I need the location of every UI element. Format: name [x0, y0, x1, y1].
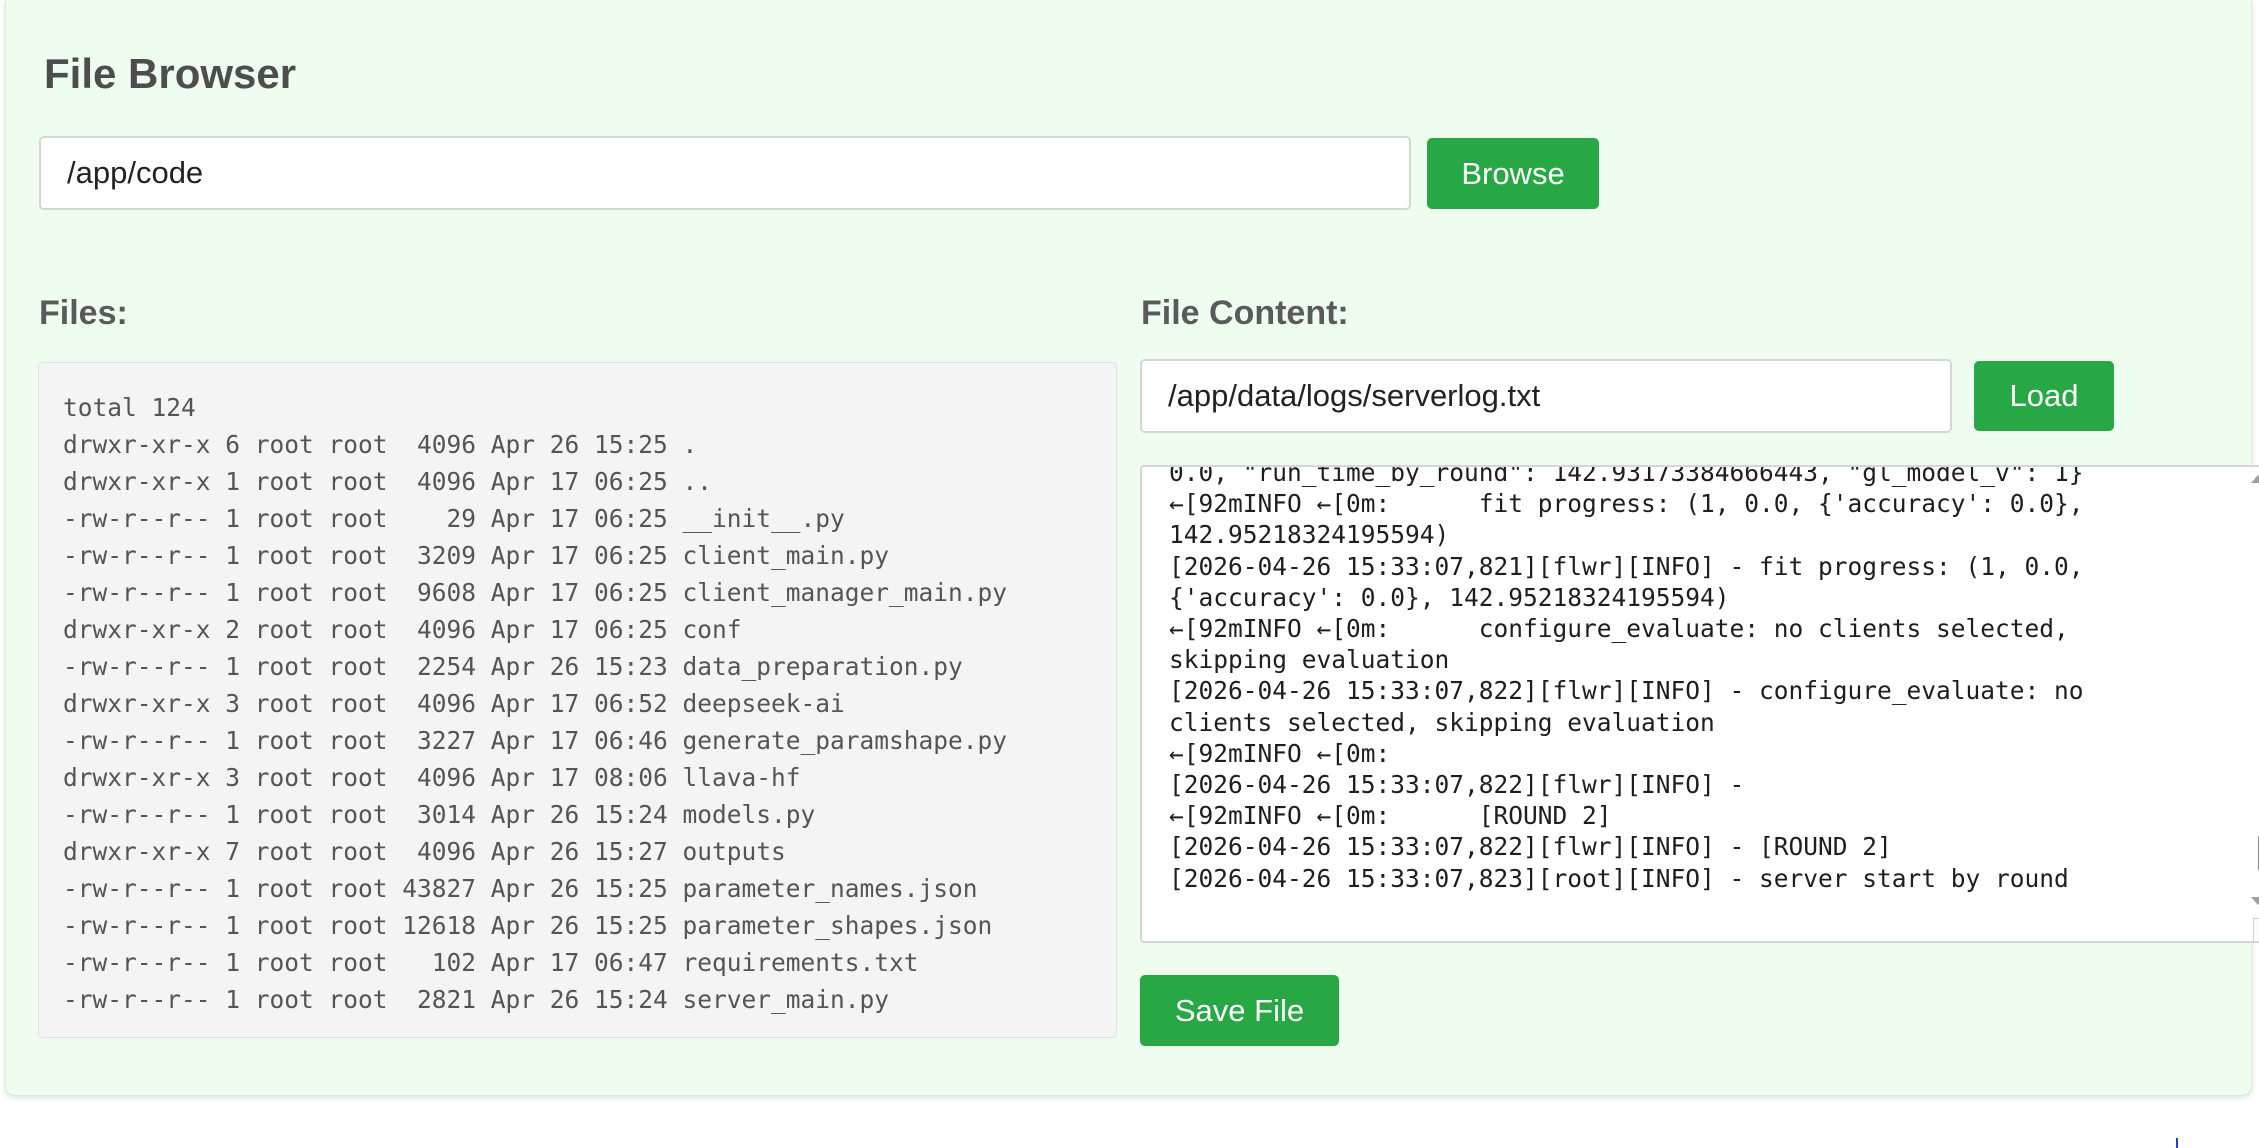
file-listing-line: -rw-r--r-- 1 root root 29 Apr 17 06:25 _… [63, 504, 845, 533]
log-line: ←[92mINFO ←[0m: [ROUND 2] [1169, 801, 1612, 831]
file-listing-line: -rw-r--r-- 1 root root 3014 Apr 26 15:24… [63, 800, 816, 829]
log-line: 0.0, "run_time_by_round": 142.9317338466… [1169, 465, 2084, 487]
file-content-label: File Content: [1141, 294, 1349, 332]
resize-grip-icon[interactable] [2253, 918, 2259, 941]
file-listing-line: drwxr-xr-x 2 root root 4096 Apr 17 06:25… [63, 615, 742, 644]
file-listing-line: -rw-r--r-- 1 root root 3227 Apr 17 06:46… [63, 726, 1008, 755]
file-listing-line: -rw-r--r-- 1 root root 12618 Apr 26 15:2… [63, 911, 993, 940]
log-line: [2026-04-26 15:33:07,822][flwr][INFO] - … [1169, 832, 1892, 862]
file-content-text[interactable]: 0.0, "run_time_by_round": 142.9317338466… [1169, 465, 2189, 894]
file-path-input[interactable] [1140, 359, 1952, 433]
load-button[interactable]: Load [1974, 361, 2114, 431]
browse-button[interactable]: Browse [1427, 138, 1599, 209]
log-line: [2026-04-26 15:33:07,823][root][INFO] - … [1169, 863, 2069, 893]
file-listing-line: -rw-r--r-- 1 root root 9608 Apr 17 06:25… [63, 578, 1008, 607]
file-listing-line: -rw-r--r-- 1 root root 43827 Apr 26 15:2… [63, 874, 978, 903]
save-file-button[interactable]: Save File [1140, 975, 1339, 1046]
file-listing-line: -rw-r--r-- 1 root root 2254 Apr 26 15:23… [63, 652, 963, 681]
files-listing-box: total 124 drwxr-xr-x 6 root root 4096 Apr… [38, 362, 1117, 1038]
text-cursor-icon [2176, 1138, 2178, 1148]
file-listing-line: total 124 [63, 393, 196, 422]
log-line: ←[92mINFO ←[0m: configure_evaluate: no c… [1169, 614, 2084, 675]
file-listing-line: drwxr-xr-x 3 root root 4096 Apr 17 08:06… [63, 763, 801, 792]
log-line: ←[92mINFO ←[0m: fit progress: (1, 0.0, {… [1169, 489, 2099, 550]
log-line: [2026-04-26 15:33:07,821][flwr][INFO] - … [1169, 551, 2099, 612]
file-listing-line: -rw-r--r-- 1 root root 3209 Apr 17 06:25… [63, 541, 890, 570]
log-line: ←[92mINFO ←[0m: [1169, 738, 1391, 768]
files-label: Files: [39, 294, 128, 332]
file-listing-line: drwxr-xr-x 6 root root 4096 Apr 26 15:25… [63, 430, 698, 459]
file-listing-line: -rw-r--r-- 1 root root 2821 Apr 26 15:24… [63, 985, 890, 1014]
scroll-down-arrow-icon[interactable] [2251, 897, 2259, 905]
files-listing: total 124 drwxr-xr-x 6 root root 4096 Apr… [63, 389, 1116, 1018]
file-listing-line: -rw-r--r-- 1 root root 102 Apr 17 06:47 … [63, 948, 919, 977]
content-scrollbar[interactable] [2250, 467, 2259, 941]
page-title: File Browser [44, 50, 297, 97]
scroll-up-arrow-icon[interactable] [2251, 475, 2259, 483]
file-content-textarea[interactable]: 0.0, "run_time_by_round": 142.9317338466… [1140, 465, 2259, 943]
log-line: [2026-04-26 15:33:07,822][flwr][INFO] - [1169, 770, 1745, 800]
file-listing-line: drwxr-xr-x 7 root root 4096 Apr 26 15:27… [63, 837, 786, 866]
log-line: [2026-04-26 15:33:07,822][flwr][INFO] - … [1169, 676, 2099, 737]
file-listing-line: drwxr-xr-x 3 root root 4096 Apr 17 06:52… [63, 689, 845, 718]
directory-path-input[interactable] [39, 136, 1411, 210]
file-listing-line: drwxr-xr-x 1 root root 4096 Apr 17 06:25… [63, 467, 713, 496]
